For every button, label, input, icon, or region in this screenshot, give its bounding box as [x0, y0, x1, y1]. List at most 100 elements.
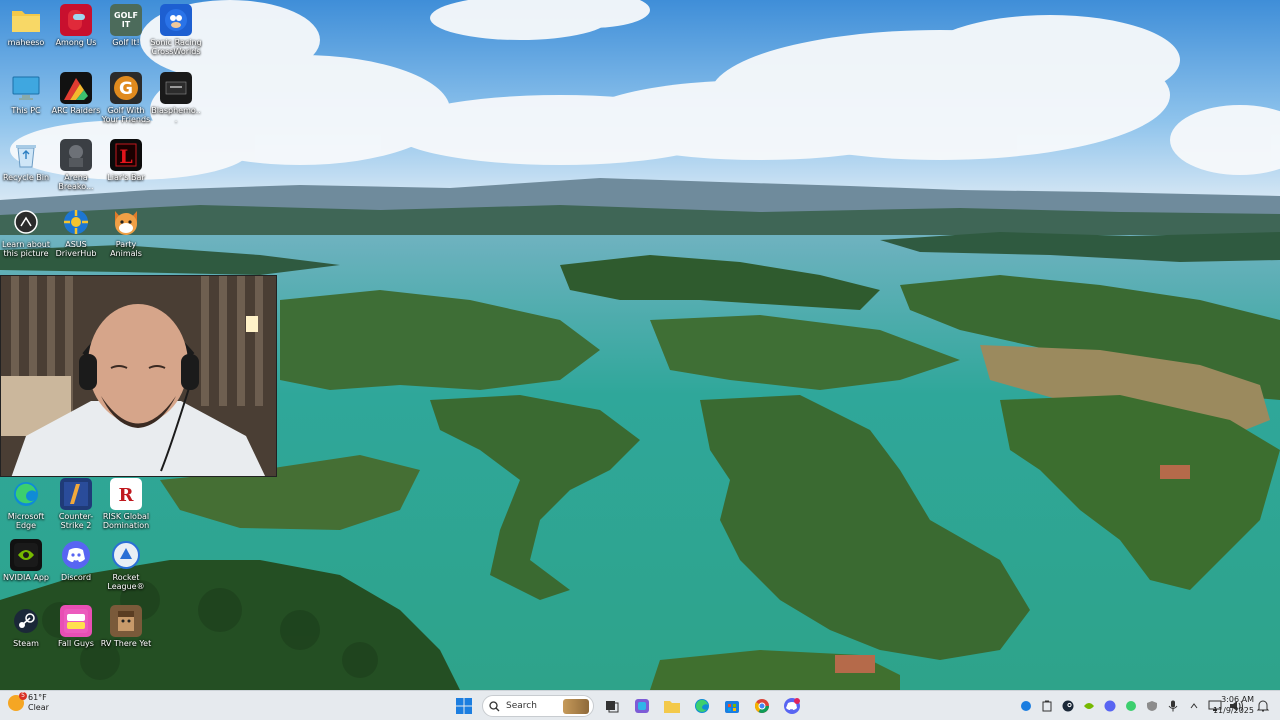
arc-raiders-icon: [60, 72, 92, 104]
notification-badge: 5: [19, 692, 27, 700]
desktop-icon-label: Among Us: [55, 38, 97, 47]
risk-icon: R: [110, 478, 142, 510]
desktop-icon-blasphemous[interactable]: Blasphemo...: [150, 70, 202, 124]
party-animals-icon: [110, 206, 142, 238]
desktop-icon-risk[interactable]: R RISK Global Domination: [100, 476, 152, 530]
monitor-icon: [10, 72, 42, 104]
tray-status-icon[interactable]: [1123, 698, 1139, 714]
desktop-icon-among-us[interactable]: Among Us: [50, 2, 102, 47]
desktop-icon-this-pc[interactable]: This PC: [0, 70, 52, 115]
desktop-icon-learn-picture[interactable]: Learn about this picture: [0, 204, 52, 258]
tray-steam-icon[interactable]: [1060, 698, 1076, 714]
blasphemous-icon: [160, 72, 192, 104]
edge-icon: [695, 699, 709, 713]
tray-app-icon[interactable]: [1018, 698, 1034, 714]
copilot-button[interactable]: [630, 694, 654, 718]
start-button[interactable]: [452, 694, 476, 718]
windows-start-icon: [456, 698, 472, 714]
desktop-icon-label: ARC Raiders: [51, 106, 101, 115]
bell-icon: [1256, 700, 1270, 712]
battery-icon: [1042, 700, 1052, 712]
desktop-icon-folder[interactable]: maheeso: [0, 2, 52, 47]
desktop-icon-label: Recycle Bin: [2, 173, 50, 182]
desktop-icon-asus-driverhub[interactable]: ASUS DriverHub: [50, 204, 102, 258]
store-button[interactable]: [720, 694, 744, 718]
desktop-icon-liars-bar[interactable]: L Liar's Bar: [100, 137, 152, 182]
nvidia-icon: [1084, 703, 1094, 709]
rocket-league-icon: [110, 539, 142, 571]
folder-icon: [10, 4, 42, 36]
notifications-button[interactable]: [1256, 698, 1270, 712]
golf-with-friends-icon: G: [110, 72, 142, 104]
chrome-button[interactable]: [750, 694, 774, 718]
desktop-icon-golf-with-friends[interactable]: G Golf With Your Friends: [100, 70, 152, 124]
clock-time: 3:06 AM: [1221, 695, 1254, 704]
desktop-icon-label: Fall Guys: [58, 639, 94, 648]
desktop-icon-arc-raiders[interactable]: ARC Raiders: [50, 70, 102, 115]
desktop-icon-fall-guys[interactable]: Fall Guys: [50, 603, 102, 648]
chrome-icon: [754, 699, 769, 713]
svg-text:G: G: [119, 79, 133, 99]
tray-discord-icon[interactable]: [1102, 698, 1118, 714]
desktop-icon-sonic[interactable]: Sonic Racing CrossWorlds: [150, 2, 202, 56]
desktop-icon-arena-breakout[interactable]: Arena Breako...: [50, 137, 102, 191]
taskbar-search-box[interactable]: Search: [482, 695, 594, 717]
search-highlight-image: [563, 699, 589, 714]
rv-there-yet-icon: [110, 605, 142, 637]
counter-strike-icon: [60, 478, 92, 510]
tray-chevron-icon[interactable]: [1186, 698, 1202, 714]
taskbar-clock[interactable]: 3:06 AM 11/9/2025: [1212, 694, 1254, 716]
tray-battery-icon[interactable]: [1039, 698, 1055, 714]
arena-breakout-icon: [60, 139, 92, 171]
file-explorer-button[interactable]: [660, 694, 684, 718]
weather-condition: Clear: [28, 703, 49, 712]
desktop-icon-label: Arena Breako...: [58, 173, 94, 191]
chevron-up-icon: [1190, 703, 1198, 709]
desktop-icon-rv-there-yet[interactable]: RV There Yet: [100, 603, 152, 648]
desktop-icon-discord[interactable]: Discord: [50, 537, 102, 582]
task-view-button[interactable]: [600, 694, 624, 718]
copilot-icon: [635, 699, 649, 713]
desktop-icon-party-animals[interactable]: Party Animals: [100, 204, 152, 258]
clock-date: 11/9/2025: [1212, 706, 1254, 715]
desktop-icon-steam[interactable]: Steam: [0, 603, 52, 648]
edge-taskbar-button[interactable]: [690, 694, 714, 718]
desktop-icon-label: NVIDIA App: [3, 573, 49, 582]
tray-nvidia-icon[interactable]: [1081, 698, 1097, 714]
golf-it-icon: GOLF IT: [110, 4, 142, 36]
discord-icon: [60, 539, 92, 571]
discord-taskbar-button[interactable]: [780, 694, 804, 718]
desktop-icon-nvidia[interactable]: NVIDIA App: [0, 537, 52, 582]
desktop-icon-rocket-league[interactable]: Rocket League®: [100, 537, 152, 591]
system-tray: [1018, 697, 1244, 715]
sonic-icon: [160, 4, 192, 36]
desktop-icon-golf-it[interactable]: GOLF IT Golf It!: [100, 2, 152, 47]
microphone-icon: [1168, 700, 1178, 712]
edge-icon: [10, 478, 42, 510]
desktop-icon-label: Steam: [13, 639, 39, 648]
desktop-icon-label: RV There Yet: [100, 639, 152, 648]
task-view-icon: [606, 701, 619, 713]
green-status-icon: [1126, 701, 1136, 711]
asus-driverhub-icon: [60, 206, 92, 238]
desktop-icon-label: Liar's Bar: [107, 173, 145, 182]
search-icon: [489, 700, 500, 711]
desktop-icon-label: Party Animals: [110, 240, 142, 258]
tray-shield-icon[interactable]: [1144, 698, 1160, 714]
tray-mic-icon[interactable]: [1165, 698, 1181, 714]
desktop-icon-label: Golf With Your Friends: [101, 106, 151, 124]
discord-icon: [784, 698, 800, 714]
desktop-icon-recycle-bin[interactable]: Recycle Bin: [0, 137, 52, 182]
desktop-icon-label: Rocket League®: [107, 573, 145, 591]
weather-temp: 61°F: [28, 693, 47, 702]
desktop-icon-label: Blasphemo...: [151, 106, 201, 124]
desktop-icon-label: Microsoft Edge: [7, 512, 45, 530]
desktop-icon-edge[interactable]: Microsoft Edge: [0, 476, 52, 530]
store-icon: [725, 701, 739, 713]
desktop-icon-counter-strike[interactable]: Counter-Strike 2: [50, 476, 102, 530]
svg-text:R: R: [119, 485, 135, 506]
tray-blue-icon: [1021, 701, 1031, 711]
desktop-icon-label: Counter-Strike 2: [58, 512, 94, 530]
weather-widget[interactable]: 5 61°F Clear: [8, 692, 49, 713]
desktop-icon-label: maheeso: [7, 38, 45, 47]
